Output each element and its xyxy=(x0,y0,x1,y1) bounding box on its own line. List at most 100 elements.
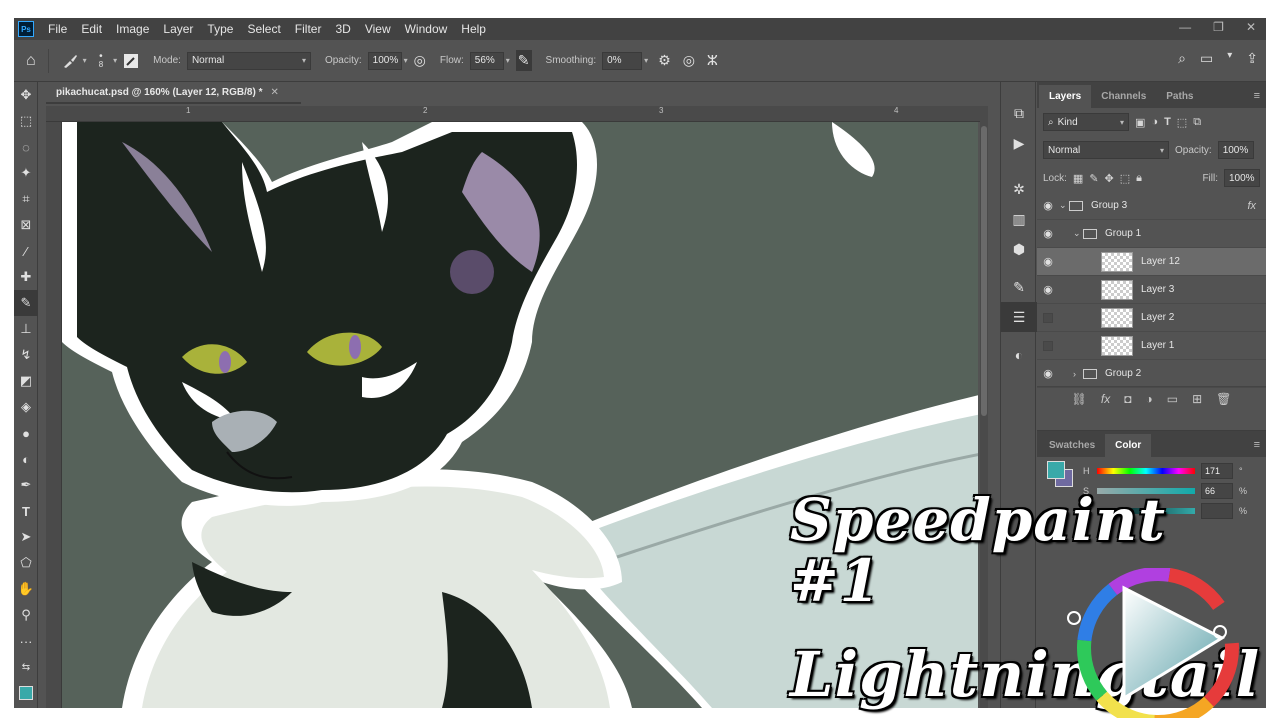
tab-channels[interactable]: Channels xyxy=(1091,91,1156,108)
pressure-size-icon[interactable]: ◎ xyxy=(683,52,695,69)
brush-settings-panel-icon[interactable] xyxy=(123,53,139,69)
chevron-down-icon[interactable]: ▾ xyxy=(1227,50,1232,67)
hue-input[interactable]: 171 xyxy=(1201,463,1233,479)
layer-row-layer-12[interactable]: ◉ Layer 12 xyxy=(1037,248,1266,276)
add-style-icon[interactable]: fx xyxy=(1101,392,1110,406)
zoom-tool-icon[interactable]: ⚲ xyxy=(14,602,38,628)
visibility-toggle[interactable] xyxy=(1043,312,1053,323)
healing-brush-tool-icon[interactable]: ✚ xyxy=(14,264,38,290)
filter-kind-select[interactable]: ⌕ Kind ▾ xyxy=(1043,113,1129,131)
brush-settings-icon[interactable]: ✎ xyxy=(1001,272,1037,302)
menu-type[interactable]: Type xyxy=(207,22,233,36)
close-tab-icon[interactable]: ✕ xyxy=(271,87,279,98)
marquee-tool-icon[interactable]: ⬚ xyxy=(14,108,38,134)
visibility-toggle[interactable] xyxy=(1043,340,1053,351)
shape-tool-icon[interactable]: ⬠ xyxy=(14,550,38,576)
eye-icon[interactable]: ◉ xyxy=(1037,367,1059,380)
new-adjustment-icon[interactable]: ◑ xyxy=(1145,392,1152,406)
airbrush-icon[interactable]: ✎ xyxy=(515,50,532,71)
fill-input[interactable]: 100% xyxy=(1224,169,1260,187)
menu-select[interactable]: Select xyxy=(247,22,280,36)
new-layer-icon[interactable]: ⊞ xyxy=(1192,392,1202,406)
lock-pixels-icon[interactable]: ✎ xyxy=(1089,172,1098,185)
menu-file[interactable]: File xyxy=(48,22,67,36)
menu-layer[interactable]: Layer xyxy=(163,22,193,36)
tab-swatches[interactable]: Swatches xyxy=(1039,440,1105,457)
minimize-button[interactable]: — xyxy=(1179,20,1191,34)
foreground-color-swatch[interactable] xyxy=(1047,461,1065,479)
new-group-icon[interactable]: ▭ xyxy=(1167,392,1178,406)
filter-smart-object-icon[interactable]: ⧉ xyxy=(1193,116,1201,129)
paint-bucket-tool-icon[interactable]: ◈ xyxy=(14,394,38,420)
brush-size-picker[interactable]: • 8 xyxy=(99,51,103,69)
pressure-opacity-icon[interactable]: ◎ xyxy=(414,52,426,69)
filter-type-icon[interactable]: T xyxy=(1164,116,1171,128)
filter-adjustment-icon[interactable]: ◑ xyxy=(1151,116,1158,128)
gear-icon[interactable]: ⚙ xyxy=(658,52,671,69)
panel-menu-icon[interactable]: ≡ xyxy=(1254,439,1260,451)
layer-row-group-2[interactable]: ◉ › Group 2 xyxy=(1037,360,1266,388)
dodge-tool-icon[interactable]: ◐ xyxy=(14,446,38,472)
tab-paths[interactable]: Paths xyxy=(1156,91,1203,108)
pen-tool-icon[interactable]: ✒ xyxy=(14,472,38,498)
swap-colors-icon[interactable]: ⇆ xyxy=(14,654,38,680)
adjustments-sliders-icon[interactable]: ☰ xyxy=(1001,302,1037,332)
brush-tool-icon[interactable]: ✎ xyxy=(14,290,38,316)
layer-opacity-input[interactable]: 100% xyxy=(1217,141,1254,159)
chevron-down-icon[interactable]: ▾ xyxy=(644,56,648,65)
menu-help[interactable]: Help xyxy=(461,22,486,36)
close-window-button[interactable]: ✕ xyxy=(1246,20,1256,34)
tab-color[interactable]: Color xyxy=(1105,434,1152,457)
eye-icon[interactable]: ◉ xyxy=(1037,227,1059,240)
actions-panel-icon[interactable]: ▶ xyxy=(1001,128,1037,158)
photoshop-logo-icon[interactable]: Ps xyxy=(18,21,34,37)
lasso-tool-icon[interactable]: ◌ xyxy=(14,134,38,160)
adjustments-icon[interactable]: ◐ xyxy=(1001,340,1037,370)
menu-image[interactable]: Image xyxy=(116,22,149,36)
type-tool-icon[interactable]: T xyxy=(14,498,38,524)
eye-icon[interactable]: ◉ xyxy=(1037,255,1059,268)
menu-edit[interactable]: Edit xyxy=(81,22,102,36)
layer-row-layer-3[interactable]: ◉ Layer 3 xyxy=(1037,276,1266,304)
fx-icon[interactable]: fx xyxy=(1247,200,1256,212)
menu-filter[interactable]: Filter xyxy=(295,22,322,36)
chevron-down-icon[interactable]: ⌄ xyxy=(1059,200,1069,211)
history-brush-tool-icon[interactable]: ↯ xyxy=(14,342,38,368)
menu-view[interactable]: View xyxy=(365,22,391,36)
scrollbar-thumb[interactable] xyxy=(981,126,987,416)
layer-row-group-3[interactable]: ◉ ⌄ Group 3 fx xyxy=(1037,192,1266,220)
more-tools-icon[interactable]: ··· xyxy=(14,628,38,654)
document-tab[interactable]: pikachucat.psd @ 160% (Layer 12, RGB/8) … xyxy=(46,82,301,104)
layer-row-layer-1[interactable]: Layer 1 xyxy=(1037,332,1266,360)
chevron-right-icon[interactable]: › xyxy=(1073,369,1083,379)
brushes-panel-icon[interactable]: ▥ xyxy=(1001,204,1037,234)
blur-tool-icon[interactable]: ● xyxy=(14,420,38,446)
blend-mode-select[interactable]: Normal ▾ xyxy=(1043,141,1169,159)
chevron-down-icon[interactable]: ▾ xyxy=(404,56,408,65)
hand-tool-icon[interactable]: ✋ xyxy=(14,576,38,602)
layer-row-layer-2[interactable]: Layer 2 xyxy=(1037,304,1266,332)
move-tool-icon[interactable]: ✥ xyxy=(14,82,38,108)
eye-icon[interactable]: ◉ xyxy=(1037,283,1059,296)
layer-row-group-1[interactable]: ◉ ⌄ Group 1 xyxy=(1037,220,1266,248)
symmetry-butterfly-icon[interactable]: ⵣ xyxy=(707,52,718,69)
pattern-icon[interactable]: ✲ xyxy=(1001,174,1037,204)
tab-layers[interactable]: Layers xyxy=(1039,85,1092,108)
chevron-down-icon[interactable]: ▾ xyxy=(506,56,510,65)
add-mask-icon[interactable]: ◘ xyxy=(1124,392,1131,406)
clone-stamp-tool-icon[interactable]: ⊥ xyxy=(14,316,38,342)
lock-transparent-icon[interactable]: ▦ xyxy=(1073,172,1083,185)
chevron-down-icon[interactable]: ⌄ xyxy=(1073,228,1083,239)
filter-pixel-icon[interactable]: ▣ xyxy=(1135,116,1145,129)
lock-artboard-icon[interactable]: ⬚ xyxy=(1120,172,1130,185)
delete-layer-icon[interactable]: 🗑︎ xyxy=(1216,392,1231,406)
history-panel-icon[interactable]: ⧉ xyxy=(1001,98,1037,128)
menu-window[interactable]: Window xyxy=(405,22,448,36)
menu-3d[interactable]: 3D xyxy=(335,22,350,36)
mode-select[interactable]: Normal ▾ xyxy=(186,51,311,70)
lock-position-icon[interactable]: ✥ xyxy=(1105,172,1114,185)
magic-wand-tool-icon[interactable]: ✦ xyxy=(14,160,38,186)
panel-menu-icon[interactable]: ≡ xyxy=(1254,90,1260,102)
eye-icon[interactable]: ◉ xyxy=(1037,199,1059,212)
eraser-tool-icon[interactable]: ◩ xyxy=(14,368,38,394)
